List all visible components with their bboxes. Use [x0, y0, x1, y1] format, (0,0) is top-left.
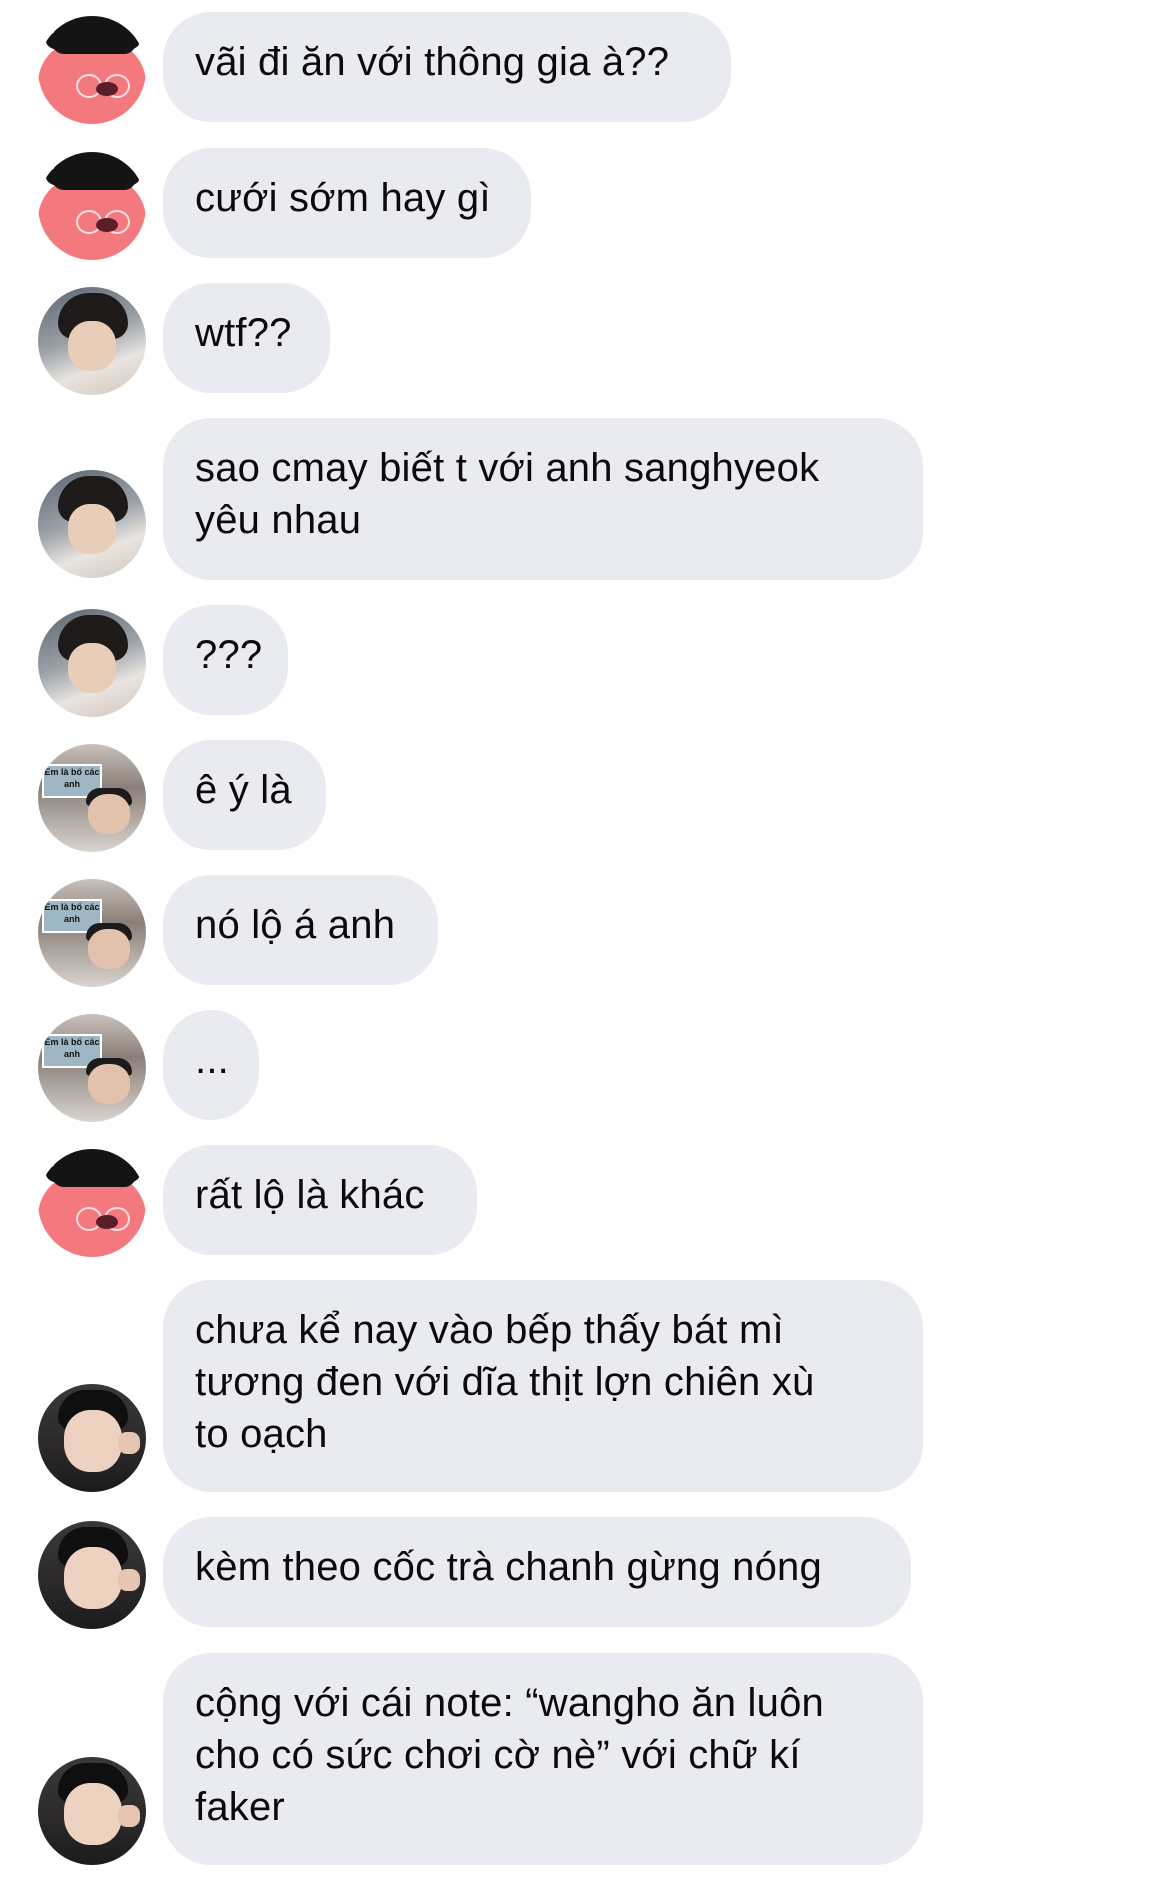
message-row: Em là bố các anh nó lộ á anh: [0, 875, 1170, 987]
message-bubble[interactable]: rất lộ là khác: [163, 1145, 477, 1255]
message-bubble[interactable]: cưới sớm hay gì: [163, 148, 531, 258]
message-text: rất lộ là khác: [195, 1173, 425, 1217]
message-text: yêu nhau: [195, 498, 362, 542]
photo-avatar-a[interactable]: [38, 287, 146, 395]
message-text: ê ý là: [195, 768, 292, 812]
message-bubble[interactable]: kèm theo cốc trà chanh gừng nóng: [163, 1517, 911, 1627]
pig-avatar[interactable]: [38, 152, 146, 260]
message-bubble[interactable]: vãi đi ăn với thông gia à??: [163, 12, 731, 122]
message-text: cho có sức chơi cờ nè” với chữ kí: [195, 1733, 801, 1777]
photo-avatar-c[interactable]: [38, 1384, 146, 1492]
message-text: faker: [195, 1785, 285, 1829]
message-row: ???: [0, 605, 1170, 717]
message-text: ...: [195, 1038, 229, 1082]
photo-avatar-b[interactable]: Em là bố các anh: [38, 744, 146, 852]
photo-avatar-c[interactable]: [38, 1757, 146, 1865]
message-bubble[interactable]: ...: [163, 1010, 259, 1120]
message-row: sao cmay biết t với anh sanghyeok yêu nh…: [0, 418, 1170, 580]
message-text: ???: [195, 633, 263, 677]
message-text: cưới sớm hay gì: [195, 176, 491, 220]
pig-avatar[interactable]: [38, 1149, 146, 1257]
message-row: Em là bố các anh ê ý là: [0, 740, 1170, 852]
message-bubble[interactable]: ???: [163, 605, 288, 715]
message-row: wtf??: [0, 283, 1170, 395]
message-row: cưới sớm hay gì: [0, 148, 1170, 260]
message-bubble[interactable]: wtf??: [163, 283, 330, 393]
message-bubble[interactable]: nó lộ á anh: [163, 875, 438, 985]
pig-avatar[interactable]: [38, 16, 146, 124]
message-bubble[interactable]: sao cmay biết t với anh sanghyeok yêu nh…: [163, 418, 923, 580]
message-row: chưa kể nay vào bếp thấy bát mì tương đe…: [0, 1280, 1170, 1492]
message-row: cộng với cái note: “wangho ăn luôn cho c…: [0, 1653, 1170, 1865]
message-bubble[interactable]: chưa kể nay vào bếp thấy bát mì tương đe…: [163, 1280, 923, 1492]
message-row: Em là bố các anh ...: [0, 1010, 1170, 1122]
message-text: cộng với cái note: “wangho ăn luôn: [195, 1681, 824, 1725]
photo-avatar-b[interactable]: Em là bố các anh: [38, 879, 146, 987]
message-bubble[interactable]: ê ý là: [163, 740, 326, 850]
photo-avatar-c[interactable]: [38, 1521, 146, 1629]
message-text: wtf??: [195, 311, 292, 355]
message-text: nó lộ á anh: [195, 903, 396, 947]
message-text: tương đen với dĩa thịt lợn chiên xù: [195, 1360, 815, 1404]
message-text: to oạch: [195, 1412, 328, 1456]
photo-avatar-a[interactable]: [38, 609, 146, 717]
message-text: vãi đi ăn với thông gia à??: [195, 40, 670, 84]
message-text: sao cmay biết t với anh sanghyeok: [195, 446, 820, 490]
message-row: kèm theo cốc trà chanh gừng nóng: [0, 1517, 1170, 1629]
message-text: chưa kể nay vào bếp thấy bát mì: [195, 1308, 784, 1352]
photo-avatar-b[interactable]: Em là bố các anh: [38, 1014, 146, 1122]
message-text: kèm theo cốc trà chanh gừng nóng: [195, 1545, 822, 1589]
photo-avatar-a[interactable]: [38, 470, 146, 578]
message-row: vãi đi ăn với thông gia à??: [0, 12, 1170, 124]
message-row: rất lộ là khác: [0, 1145, 1170, 1257]
message-bubble[interactable]: cộng với cái note: “wangho ăn luôn cho c…: [163, 1653, 923, 1865]
